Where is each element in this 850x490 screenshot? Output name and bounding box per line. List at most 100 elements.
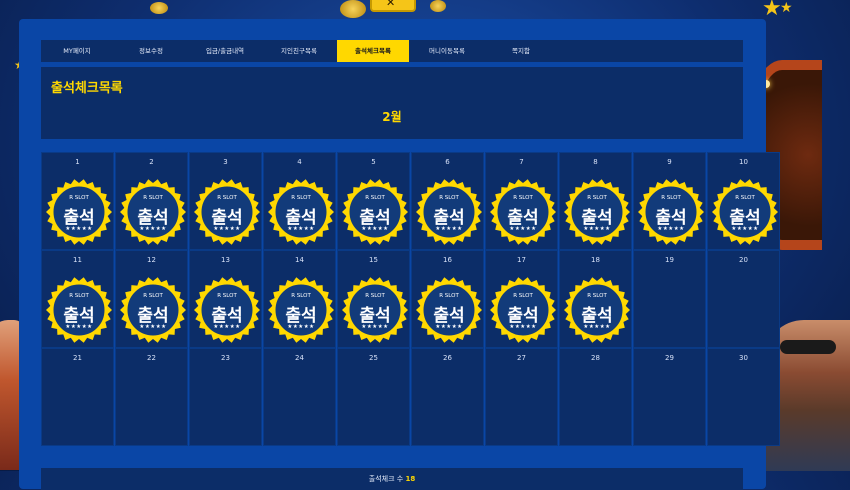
- calendar-day: 24: [263, 348, 336, 446]
- stamp-stars: ★★★★★: [731, 226, 759, 232]
- stamp-brand: R SLOT: [291, 195, 311, 201]
- day-number: 13: [221, 256, 230, 264]
- stamp-brand: R SLOT: [69, 195, 89, 201]
- day-number: 26: [443, 354, 452, 362]
- calendar-day: 8 R SLOT 출석 ★★★★★: [559, 152, 632, 250]
- day-number: 3: [223, 158, 228, 166]
- calendar-day: 23: [189, 348, 262, 446]
- attendance-stamp: R SLOT 출석 ★★★★★: [192, 275, 262, 345]
- stamp-label: 출석: [211, 306, 243, 326]
- stamp-label: 출석: [507, 208, 539, 228]
- stamp-stars: ★★★★★: [509, 226, 537, 232]
- stamp-stars: ★★★★★: [139, 324, 167, 330]
- stamp-stars: ★★★★★: [287, 324, 315, 330]
- attendance-count-label: 출석체크 수: [368, 475, 404, 483]
- stamp-label: 출석: [285, 208, 317, 228]
- day-number: 7: [519, 158, 524, 166]
- stamp-label: 출석: [359, 306, 391, 326]
- day-number: 22: [147, 354, 156, 362]
- stamp-label: 출석: [285, 306, 317, 326]
- calendar-day: 21: [41, 348, 114, 446]
- calendar-day: 15 R SLOT 출석 ★★★★★: [337, 250, 410, 348]
- tab-3[interactable]: 지인친구목록: [263, 40, 335, 62]
- attendance-stamp: R SLOT 출석 ★★★★★: [340, 275, 410, 345]
- stamp-label: 출석: [63, 306, 95, 326]
- attendance-count-value: 18: [405, 475, 416, 483]
- stamp-brand: R SLOT: [513, 293, 533, 299]
- stamp-label: 출석: [433, 306, 465, 326]
- tab-bar: MY페이지 정보수정 입금/출금내역 지인친구목록 출석체크목록 머니이동목록 쪽지함: [41, 40, 743, 62]
- calendar-day: 27: [485, 348, 558, 446]
- day-number: 28: [591, 354, 600, 362]
- coin-icon: [430, 0, 446, 12]
- tab-6[interactable]: 쪽지함: [485, 40, 557, 62]
- calendar-week: 11 R SLOT 출석 ★★★★★ 12 R SLOT 출석 ★★★★★ 13 R SLOT 출석…: [41, 250, 780, 348]
- day-number: 25: [369, 354, 378, 362]
- stamp-label: 출석: [359, 208, 391, 228]
- attendance-stamp: R SLOT 출석 ★★★★★: [414, 177, 484, 247]
- calendar-week: 21 22 23 24 25 26 27 28 29 30: [41, 348, 780, 446]
- attendance-count: 출석체크 수 18: [41, 468, 743, 490]
- stamp-stars: ★★★★★: [361, 324, 389, 330]
- attendance-stamp: R SLOT 출석 ★★★★★: [266, 275, 336, 345]
- page-title: 출석체크목록: [51, 81, 123, 96]
- stamp-stars: ★★★★★: [213, 324, 241, 330]
- calendar-day: 2 R SLOT 출석 ★★★★★: [115, 152, 188, 250]
- character-glasses: [780, 340, 836, 354]
- calendar-day: 20: [707, 250, 780, 348]
- stamp-stars: ★★★★★: [213, 226, 241, 232]
- stamp-stars: ★★★★★: [583, 324, 611, 330]
- stamp-brand: R SLOT: [513, 195, 533, 201]
- day-number: 24: [295, 354, 304, 362]
- attendance-stamp: R SLOT 출석 ★★★★★: [340, 177, 410, 247]
- attendance-stamp: R SLOT 출석 ★★★★★: [118, 177, 188, 247]
- day-number: 29: [665, 354, 674, 362]
- attendance-calendar: 1R SLOT 출석 ★★★★★ 2 R SLOT 출석 ★★★★★ 3 R SLOT 출석 ★★★…: [41, 152, 780, 446]
- coin-icon: [340, 0, 366, 18]
- attendance-stamp: R SLOT 출석 ★★★★★: [266, 177, 336, 247]
- stamp-label: 출석: [581, 306, 613, 326]
- stamp-brand: R SLOT: [365, 195, 385, 201]
- mypage-panel: MY페이지 정보수정 입금/출금내역 지인친구목록 출석체크목록 머니이동목록 쪽지함 출석…: [19, 19, 780, 490]
- attendance-stamp: R SLOT 출석 ★★★★★: [562, 275, 632, 345]
- stamp-label: 출석: [137, 208, 169, 228]
- day-number: 8: [593, 158, 598, 166]
- stamp-brand: R SLOT: [439, 293, 459, 299]
- stamp-stars: ★★★★★: [361, 226, 389, 232]
- calendar-day: 16 R SLOT 출석 ★★★★★: [411, 250, 484, 348]
- stamp-label: 출석: [729, 208, 761, 228]
- day-number: 6: [445, 158, 450, 166]
- stamp-brand: R SLOT: [143, 293, 163, 299]
- stamp-stars: ★★★★★: [65, 226, 93, 232]
- calendar-day: 17 R SLOT 출석 ★★★★★: [485, 250, 558, 348]
- calendar-day: 14 R SLOT 출석 ★★★★★: [263, 250, 336, 348]
- top-handle-button[interactable]: ✕: [370, 0, 416, 12]
- stamp-brand: R SLOT: [735, 195, 755, 201]
- tab-1[interactable]: 정보수정: [115, 40, 187, 62]
- stamp-stars: ★★★★★: [435, 324, 463, 330]
- calendar-day: 1 R SLOT 출석 ★★★★★: [41, 152, 114, 250]
- tab-0[interactable]: MY페이지: [41, 40, 113, 62]
- stamp-label: 출석: [137, 306, 169, 326]
- day-number: 10: [739, 158, 748, 166]
- tab-4[interactable]: 출석체크목록: [337, 40, 409, 62]
- attendance-stamp: R SLOT 출석 ★★★★★: [562, 177, 632, 247]
- calendar-day: 19: [633, 250, 706, 348]
- tab-5[interactable]: 머니이동목록: [411, 40, 483, 62]
- day-number: 5: [371, 158, 376, 166]
- attendance-stamp: R SLOT 출석 ★★★★★: [44, 177, 114, 247]
- stamp-stars: ★★★★★: [657, 226, 685, 232]
- stamp-stars: ★★★★★: [65, 324, 93, 330]
- day-number: 9: [667, 158, 672, 166]
- stamp-brand: R SLOT: [291, 293, 311, 299]
- day-number: 18: [591, 256, 600, 264]
- day-number: 19: [665, 256, 674, 264]
- calendar-day: 12 R SLOT 출석 ★★★★★: [115, 250, 188, 348]
- attendance-stamp: R SLOT 출석 ★★★★★: [414, 275, 484, 345]
- tab-2[interactable]: 입금/출금내역: [189, 40, 261, 62]
- stamp-brand: R SLOT: [365, 293, 385, 299]
- stamp-brand: R SLOT: [661, 195, 681, 201]
- calendar-day: 10 R SLOT 출석 ★★★★★: [707, 152, 780, 250]
- stamp-label: 출석: [655, 208, 687, 228]
- day-number: 23: [221, 354, 230, 362]
